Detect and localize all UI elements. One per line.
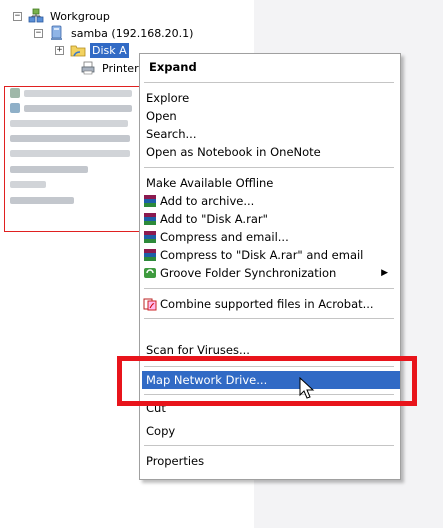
menu-separator bbox=[144, 167, 394, 168]
tree-label-samba: samba (192.168.20.1) bbox=[71, 26, 194, 40]
menu-item-label: Compress to "Disk A.rar" and email bbox=[160, 248, 364, 262]
acrobat-icon bbox=[143, 298, 157, 311]
computer-icon bbox=[51, 25, 62, 40]
menu-item-acrobat[interactable]: Combine supported files in Acrobat... bbox=[142, 295, 396, 313]
winrar-icon bbox=[144, 249, 156, 261]
menu-item-add-archive[interactable]: Add to archive... bbox=[142, 192, 396, 210]
menu-item-label: Add to archive... bbox=[160, 194, 255, 208]
tree-label-workgroup: Workgroup bbox=[50, 9, 110, 23]
menu-item-open[interactable]: Open bbox=[142, 107, 400, 125]
menu-item-open-onenote[interactable]: Open as Notebook in OneNote bbox=[142, 143, 400, 161]
menu-item-copy[interactable]: Copy bbox=[142, 422, 400, 440]
menu-item-label: Add to "Disk A.rar" bbox=[160, 212, 268, 226]
tree-item-printer[interactable]: Printer bbox=[80, 60, 141, 76]
menu-item-compress-email[interactable]: Compress and email... bbox=[142, 228, 396, 246]
menu-separator bbox=[144, 318, 394, 319]
highlight-box bbox=[117, 356, 417, 406]
tree-item-workgroup[interactable]: − Workgroup bbox=[13, 8, 112, 24]
menu-item-explore[interactable]: Explore bbox=[142, 89, 400, 107]
expand-toggle-icon[interactable]: + bbox=[55, 45, 64, 55]
menu-item-expand[interactable]: Expand bbox=[142, 58, 403, 76]
groove-icon bbox=[144, 268, 156, 278]
menu-item-make-offline[interactable]: Make Available Offline bbox=[142, 174, 400, 192]
menu-item-label: Compress and email... bbox=[160, 230, 289, 244]
menu-separator bbox=[144, 445, 394, 446]
collapse-toggle-icon[interactable]: − bbox=[13, 11, 22, 21]
menu-separator bbox=[144, 288, 394, 289]
tree-item-disk-a[interactable]: + Disk A bbox=[55, 42, 129, 58]
tree-label-printer: Printer bbox=[102, 61, 139, 75]
context-menu: Expand Explore Open Search... Open as No… bbox=[139, 53, 401, 480]
menu-item-properties[interactable]: Properties bbox=[142, 452, 400, 470]
menu-item-label: Combine supported files in Acrobat... bbox=[160, 297, 374, 311]
tree-label-disk-a: Disk A bbox=[90, 42, 129, 58]
winrar-icon bbox=[144, 195, 156, 207]
menu-item-add-rar[interactable]: Add to "Disk A.rar" bbox=[142, 210, 396, 228]
shared-folder-icon bbox=[70, 45, 86, 57]
submenu-arrow-icon: ▶ bbox=[381, 268, 388, 278]
printer-icon bbox=[81, 61, 95, 75]
mouse-cursor-icon bbox=[299, 377, 315, 399]
menu-item-groove[interactable]: Groove Folder Synchronization ▶ bbox=[142, 264, 396, 282]
menu-item-compress-rar-email[interactable]: Compress to "Disk A.rar" and email bbox=[142, 246, 396, 264]
tree-item-samba[interactable]: − samba (192.168.20.1) bbox=[34, 25, 195, 41]
menu-separator bbox=[144, 82, 394, 83]
network-group-icon bbox=[28, 8, 44, 23]
winrar-icon bbox=[144, 231, 156, 243]
menu-item-label: Groove Folder Synchronization bbox=[160, 266, 337, 280]
winrar-icon bbox=[144, 213, 156, 225]
menu-item-search[interactable]: Search... bbox=[142, 125, 400, 143]
collapse-toggle-icon[interactable]: − bbox=[34, 28, 43, 38]
